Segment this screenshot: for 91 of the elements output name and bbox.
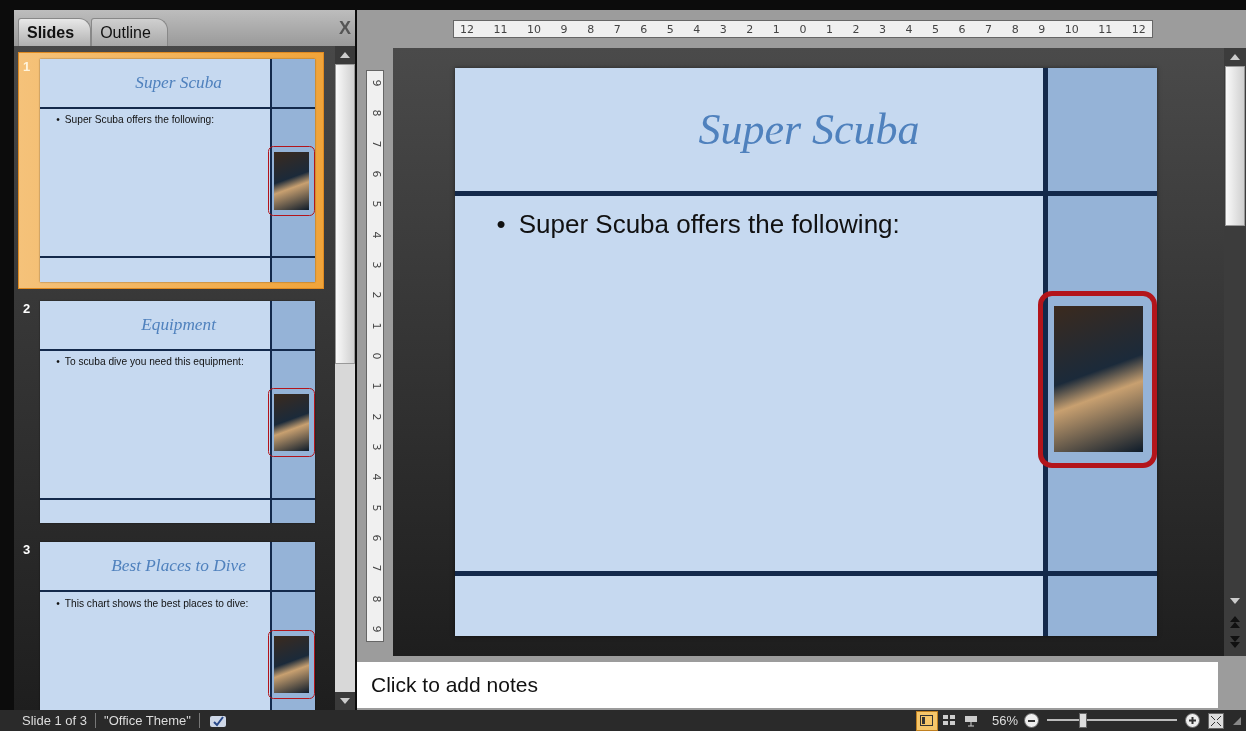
scroll-thumb[interactable] — [1225, 66, 1245, 226]
ruler-number: 1 — [369, 382, 381, 390]
scrollbar[interactable] — [1224, 48, 1246, 656]
ruler-number: 7 — [369, 140, 381, 148]
ruler-number: 9 — [369, 79, 381, 87]
ruler-number: 6 — [369, 534, 381, 542]
ruler-number: 3 — [719, 22, 727, 36]
ruler-number: 3 — [369, 261, 381, 269]
slide-thumbnail-item[interactable]: 3 Best Places to Dive • This chart shows the best places to dive: — [18, 535, 324, 710]
photo-placeholder — [274, 635, 310, 693]
ruler-number: 10 — [527, 22, 542, 36]
zoom-out-button[interactable] — [1024, 713, 1039, 728]
ruler-number: 2 — [746, 22, 754, 36]
slide-title: Super Scuba — [135, 73, 222, 94]
slide-number: 3 — [23, 542, 32, 560]
ruler-number: 6 — [369, 170, 381, 178]
ruler-number: 5 — [369, 504, 381, 512]
ruler-number: 12 — [1131, 22, 1146, 36]
ruler-number: 1 — [772, 22, 780, 36]
slide-title: Equipment — [141, 314, 216, 335]
ruler-number: 12 — [460, 22, 474, 36]
ruler-number: 4 — [369, 231, 381, 239]
ruler-number: 8 — [1011, 22, 1019, 36]
zoom-in-button[interactable] — [1185, 713, 1200, 728]
panel-tab[interactable]: Outline — [91, 18, 168, 46]
ruler-number: 0 — [799, 22, 807, 36]
ruler-number: 3 — [369, 443, 381, 451]
ruler-number: 7 — [613, 22, 621, 36]
ruler-number: 0 — [369, 352, 381, 360]
ruler-number: 2 — [369, 291, 381, 299]
ruler-number: 9 — [560, 22, 568, 36]
ruler-number: 5 — [932, 22, 940, 36]
ruler-number: 9 — [1038, 22, 1046, 36]
scroll-down-icon[interactable] — [340, 698, 350, 704]
plus-icon — [1189, 717, 1196, 724]
photo-placeholder — [274, 393, 310, 452]
bullet-marker: • — [56, 355, 60, 367]
ruler-number: 5 — [666, 22, 674, 36]
slide-thumbnail-item[interactable]: 1 Super Scuba • Super Scuba offers the following: — [18, 52, 324, 289]
slide-title: Best Places to Dive — [111, 556, 246, 577]
fit-to-window-icon[interactable] — [1208, 712, 1224, 729]
scrollbar[interactable] — [335, 46, 355, 710]
bullet-marker: • — [56, 597, 60, 609]
zoom-percent[interactable]: 56% — [991, 713, 1018, 728]
slide-title: Super Scuba — [698, 104, 920, 155]
bullet-text: To scuba dive you need this equipment: — [64, 355, 244, 367]
slide-number: 1 — [23, 59, 32, 76]
view-button[interactable] — [915, 710, 938, 731]
ruler-number: 4 — [905, 22, 913, 36]
zoom-slider-thumb[interactable] — [1079, 713, 1088, 728]
slide-number: 2 — [23, 300, 32, 318]
ruler-number: 1 — [369, 322, 381, 330]
ruler-number: 5 — [369, 200, 381, 208]
ruler-number: 10 — [1064, 22, 1079, 36]
grid-view-icon — [942, 715, 955, 726]
resize-grip-icon[interactable] — [1232, 715, 1242, 726]
bullet-marker: • — [496, 209, 506, 240]
ruler-number: 8 — [369, 109, 381, 117]
ruler-number: 11 — [493, 22, 508, 36]
scroll-down-icon[interactable] — [1230, 598, 1240, 604]
ruler-number: 3 — [878, 22, 886, 36]
ruler-number: 2 — [369, 413, 381, 421]
ruler-number: 7 — [369, 564, 381, 572]
ruler-number: 11 — [1098, 22, 1113, 36]
ruler-number: 6 — [958, 22, 966, 36]
bullet-marker: • — [56, 114, 60, 126]
bullet-text: This chart shows the best places to dive: — [64, 597, 249, 609]
theme-name: "Office Theme" — [96, 713, 200, 728]
ruler-number: 4 — [369, 473, 381, 481]
normal-view-icon — [920, 715, 934, 726]
ruler-number: 6 — [640, 22, 648, 36]
ruler-number: 8 — [587, 22, 595, 36]
bullet-text: Super Scuba offers the following: — [64, 114, 215, 126]
ruler-number: 7 — [985, 22, 993, 36]
scroll-up-icon[interactable] — [340, 52, 350, 58]
projector-screen-icon — [964, 714, 977, 727]
scroll-up-icon[interactable] — [1230, 54, 1240, 60]
bullet-text: Super Scuba offers the following: — [518, 209, 900, 240]
ruler-number: 8 — [369, 595, 381, 603]
notes-field[interactable]: Click to add notes — [357, 662, 1218, 708]
minus-icon — [1028, 719, 1035, 722]
ruler-number: 2 — [852, 22, 860, 36]
ruler-number: 9 — [369, 625, 381, 633]
slide-count: Slide 1 of 3 — [14, 713, 97, 728]
scroll-thumb[interactable] — [335, 64, 355, 364]
slide-thumbnail-item[interactable]: 2 Equipment • To scuba dive you need this equipment: — [18, 293, 324, 531]
panel-tab[interactable]: Slides — [18, 18, 92, 46]
photo-placeholder — [274, 152, 310, 210]
ruler-number: 4 — [693, 22, 701, 36]
spell-check-icon[interactable] — [207, 713, 228, 728]
ruler-number: 1 — [825, 22, 833, 36]
